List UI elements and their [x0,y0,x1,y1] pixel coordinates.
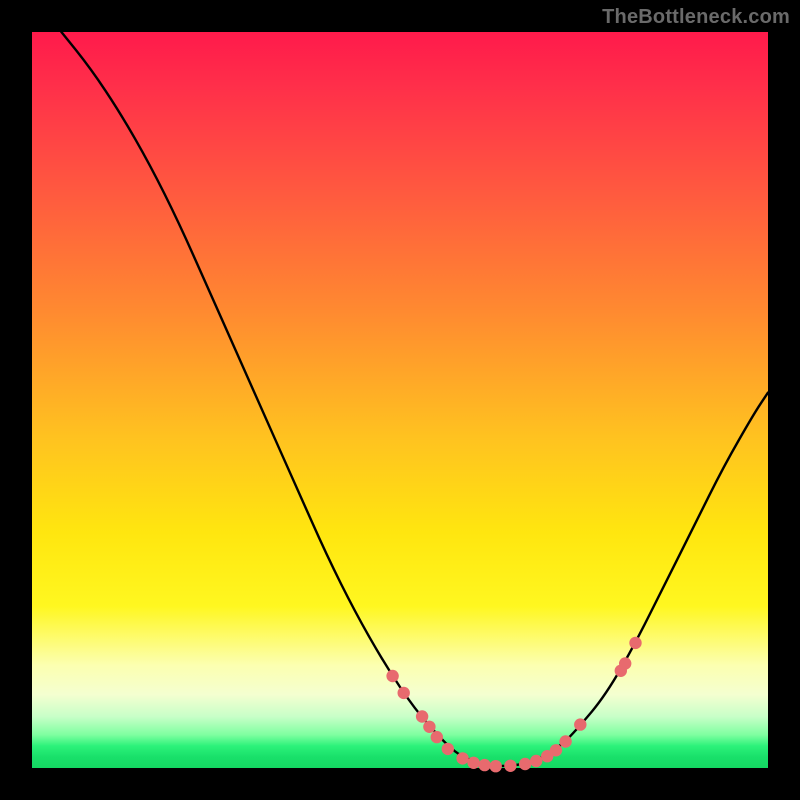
data-point [416,710,428,722]
plot-area [32,32,768,768]
data-point [504,760,516,772]
data-point [423,721,435,733]
data-point [478,759,490,771]
data-point [530,755,542,767]
data-point [559,735,571,747]
data-point [386,670,398,682]
data-point [519,758,531,770]
data-point [550,744,562,756]
data-point [619,657,631,669]
data-point [490,760,502,772]
data-point [467,757,479,769]
chart-frame: TheBottleneck.com [0,0,800,800]
data-point [574,718,586,730]
bottleneck-curve [32,32,768,768]
data-point [431,731,443,743]
data-point [398,687,410,699]
data-point [456,752,468,764]
watermark-label: TheBottleneck.com [602,6,790,29]
data-point [442,743,454,755]
data-point [629,637,641,649]
